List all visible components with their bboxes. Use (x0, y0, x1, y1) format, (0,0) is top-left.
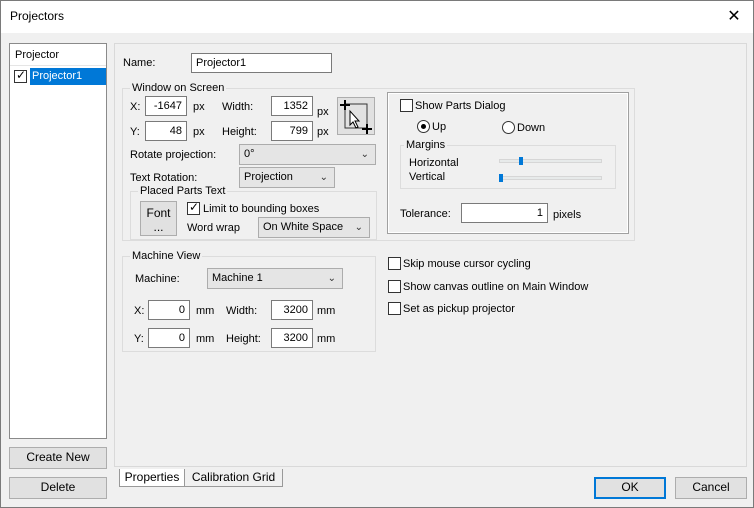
skip-cursor-label: Skip mouse cursor cycling (403, 258, 531, 270)
chevron-down-icon: ⌄ (319, 172, 328, 183)
crosshair-pick-icon[interactable] (337, 97, 375, 135)
width-label: Width: (222, 101, 254, 113)
machine-select[interactable]: Machine 1 ⌄ (207, 268, 343, 289)
rotate-projection-value: 0° (244, 148, 255, 160)
horizontal-slider-thumb[interactable] (519, 157, 523, 165)
vertical-slider-thumb[interactable] (499, 174, 503, 182)
word-wrap-select[interactable]: On White Space ⌄ (258, 217, 370, 238)
skip-cursor-checkbox[interactable] (388, 257, 401, 270)
margins-title: Margins (404, 139, 448, 151)
delete-button[interactable]: Delete (9, 477, 107, 499)
tolerance-unit: pixels (553, 209, 582, 221)
show-outline-label: Show canvas outline on Main Window (403, 281, 589, 293)
machine-label: Machine: (135, 273, 180, 285)
window-title: Projectors (10, 9, 65, 23)
font-button-ellipsis: ... (153, 220, 164, 234)
cancel-button[interactable]: Cancel (675, 477, 747, 499)
show-parts-dialog-checkbox[interactable] (400, 99, 413, 112)
word-wrap-value: On White Space (263, 221, 344, 233)
name-label: Name: (123, 57, 156, 69)
machine-view-title: Machine View (130, 250, 203, 262)
text-rotation-value: Projection (244, 171, 293, 183)
chevron-down-icon: ⌄ (360, 149, 369, 160)
projector-list[interactable]: Projector Projector1 (9, 43, 107, 439)
vertical-label: Vertical (409, 171, 446, 183)
window-width-input[interactable]: 1352 (271, 96, 313, 116)
projectors-dialog: Projectors ✕ Projector Projector1 Create… (0, 0, 754, 508)
tab-calibration-grid[interactable]: Calibration Grid (185, 469, 283, 487)
x-unit: px (193, 101, 205, 113)
text-rotation-select[interactable]: Projection ⌄ (239, 167, 335, 188)
list-header: Projector (10, 44, 106, 66)
height-label: Height: (222, 126, 257, 138)
machine-x-unit: mm (196, 305, 215, 317)
machine-value: Machine 1 (212, 272, 263, 284)
chevron-down-icon: ⌄ (327, 273, 336, 284)
tab-strip (114, 467, 394, 468)
rotate-projection-label: Rotate projection: (130, 149, 217, 161)
chevron-down-icon: ⌄ (354, 222, 363, 233)
width-unit: px (317, 106, 329, 118)
word-wrap-label: Word wrap (187, 222, 240, 234)
machine-y-input[interactable]: 0 (148, 328, 190, 348)
machine-height-label: Height: (226, 333, 261, 345)
window-height-input[interactable]: 799 (271, 121, 313, 141)
create-new-button[interactable]: Create New (9, 447, 107, 469)
y-label: Y: (130, 126, 140, 138)
vertical-margin-slider[interactable] (499, 176, 602, 180)
horizontal-label: Horizontal (409, 157, 459, 169)
machine-height-input[interactable]: 3200 (271, 328, 313, 348)
machine-height-unit: mm (317, 333, 336, 345)
pickup-label: Set as pickup projector (403, 303, 515, 315)
window-x-input[interactable]: -1647 (145, 96, 187, 116)
tolerance-label: Tolerance: (400, 208, 451, 220)
list-item[interactable]: Projector1 (12, 68, 106, 85)
projector-enabled-checkbox[interactable] (14, 68, 27, 83)
name-input[interactable]: Projector1 (191, 53, 332, 73)
horizontal-margin-slider[interactable] (499, 159, 602, 163)
show-parts-dialog-label: Show Parts Dialog (415, 100, 506, 112)
rotate-projection-select[interactable]: 0° ⌄ (239, 144, 376, 165)
tab-properties[interactable]: Properties (119, 469, 185, 487)
machine-y-label: Y: (134, 333, 144, 345)
ok-button[interactable]: OK (594, 477, 666, 499)
limit-bounding-checkbox[interactable] (187, 200, 200, 215)
down-label: Down (517, 122, 546, 134)
window-y-input[interactable]: 48 (145, 121, 187, 141)
text-rotation-label: Text Rotation: (130, 172, 198, 184)
up-radio[interactable] (417, 120, 430, 133)
machine-width-label: Width: (226, 305, 258, 317)
x-label: X: (130, 101, 141, 113)
title-bar: Projectors ✕ (1, 1, 753, 33)
y-unit: px (193, 126, 205, 138)
limit-bounding-label: Limit to bounding boxes (203, 203, 320, 215)
font-button[interactable]: Font ... (140, 201, 177, 236)
show-outline-checkbox[interactable] (388, 280, 401, 293)
tolerance-input[interactable]: 1 (461, 203, 548, 223)
placed-parts-title: Placed Parts Text (138, 185, 228, 197)
down-radio[interactable] (502, 121, 515, 134)
window-on-screen-title: Window on Screen (130, 82, 227, 94)
machine-width-input[interactable]: 3200 (271, 300, 313, 320)
close-icon[interactable]: ✕ (721, 5, 747, 29)
up-label: Up (432, 121, 447, 133)
pickup-checkbox[interactable] (388, 302, 401, 315)
font-button-label: Font (146, 206, 171, 220)
height-unit: px (317, 126, 329, 138)
machine-y-unit: mm (196, 333, 215, 345)
list-item-label: Projector1 (30, 68, 106, 85)
machine-x-label: X: (134, 305, 145, 317)
machine-width-unit: mm (317, 305, 336, 317)
machine-x-input[interactable]: 0 (148, 300, 190, 320)
